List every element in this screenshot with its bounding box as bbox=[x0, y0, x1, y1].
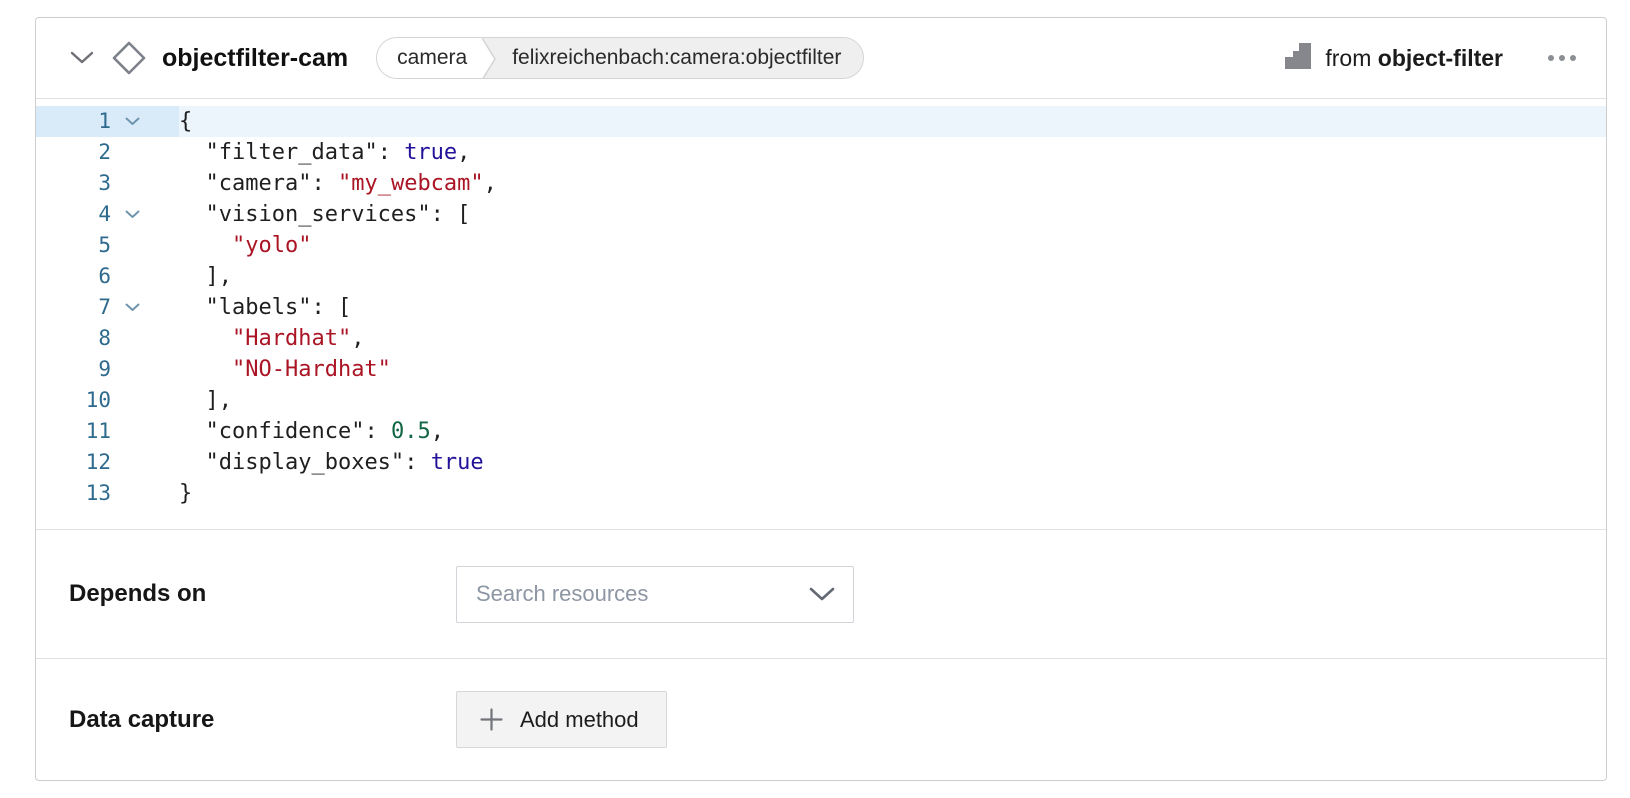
badge-type: camera bbox=[377, 38, 482, 78]
fold-spacer bbox=[111, 416, 179, 447]
fold-spacer bbox=[111, 137, 179, 168]
depends-on-section: Depends on bbox=[36, 529, 1606, 658]
fragment-prefix: from bbox=[1325, 45, 1371, 71]
line-number: 1 bbox=[36, 106, 111, 137]
editor-line[interactable]: 2 "filter_data": true, bbox=[36, 137, 1606, 168]
code-text: "labels": [ bbox=[179, 292, 351, 323]
line-number: 5 bbox=[36, 230, 111, 261]
plus-icon bbox=[479, 707, 504, 732]
editor-line[interactable]: 13} bbox=[36, 478, 1606, 509]
editor-line[interactable]: 5 "yolo" bbox=[36, 230, 1606, 261]
editor-gutter: 3 bbox=[36, 168, 179, 199]
editor-gutter: 11 bbox=[36, 416, 179, 447]
line-number: 3 bbox=[36, 168, 111, 199]
json-editor[interactable]: 1{2 "filter_data": true,3 "camera": "my_… bbox=[36, 98, 1606, 529]
editor-line[interactable]: 3 "camera": "my_webcam", bbox=[36, 168, 1606, 199]
fold-spacer bbox=[111, 230, 179, 261]
code-text: "display_boxes": true bbox=[179, 447, 484, 478]
editor-line[interactable]: 8 "Hardhat", bbox=[36, 323, 1606, 354]
editor-gutter: 4 bbox=[36, 199, 179, 230]
editor-gutter: 12 bbox=[36, 447, 179, 478]
fold-chevron-icon[interactable] bbox=[111, 106, 179, 137]
line-number: 13 bbox=[36, 478, 111, 509]
line-number: 2 bbox=[36, 137, 111, 168]
code-text: "NO-Hardhat" bbox=[179, 354, 391, 385]
editor-gutter: 10 bbox=[36, 385, 179, 416]
code-text: } bbox=[179, 478, 192, 509]
editor-gutter: 6 bbox=[36, 261, 179, 292]
line-number: 8 bbox=[36, 323, 111, 354]
resource-card: objectfilter-cam camera felixreichenbach… bbox=[35, 17, 1607, 781]
badge-model: felixreichenbach:camera:objectfilter bbox=[497, 38, 863, 78]
fragment-source-link[interactable]: from object-filter bbox=[1325, 45, 1503, 72]
editor-line[interactable]: 7 "labels": [ bbox=[36, 292, 1606, 323]
line-number: 6 bbox=[36, 261, 111, 292]
code-text: ], bbox=[179, 385, 232, 416]
editor-line[interactable]: 12 "display_boxes": true bbox=[36, 447, 1606, 478]
line-number: 11 bbox=[36, 416, 111, 447]
add-method-button[interactable]: Add method bbox=[456, 691, 667, 748]
code-text: { bbox=[179, 106, 192, 137]
line-number: 4 bbox=[36, 199, 111, 230]
editor-gutter: 5 bbox=[36, 230, 179, 261]
data-capture-label: Data capture bbox=[69, 706, 456, 734]
collapse-chevron-icon[interactable] bbox=[66, 47, 98, 69]
line-number: 10 bbox=[36, 385, 111, 416]
depends-on-label: Depends on bbox=[69, 580, 456, 608]
code-text: "camera": "my_webcam", bbox=[179, 168, 497, 199]
editor-line[interactable]: 4 "vision_services": [ bbox=[36, 199, 1606, 230]
editor-line[interactable]: 1{ bbox=[36, 106, 1606, 137]
line-number: 12 bbox=[36, 447, 111, 478]
badge-separator-icon bbox=[482, 38, 497, 79]
component-diamond-icon bbox=[110, 39, 148, 77]
editor-gutter: 13 bbox=[36, 478, 179, 509]
fold-spacer bbox=[111, 261, 179, 292]
add-method-label: Add method bbox=[520, 707, 639, 733]
editor-gutter: 7 bbox=[36, 292, 179, 323]
editor-gutter: 2 bbox=[36, 137, 179, 168]
code-text: "Hardhat", bbox=[179, 323, 364, 354]
code-text: ], bbox=[179, 261, 232, 292]
editor-gutter: 9 bbox=[36, 354, 179, 385]
code-text: "confidence": 0.5, bbox=[179, 416, 444, 447]
card-header: objectfilter-cam camera felixreichenbach… bbox=[36, 18, 1606, 98]
editor-line[interactable]: 9 "NO-Hardhat" bbox=[36, 354, 1606, 385]
editor-gutter: 8 bbox=[36, 323, 179, 354]
resource-type-badge: camera felixreichenbach:camera:objectfil… bbox=[376, 37, 864, 79]
fold-spacer bbox=[111, 354, 179, 385]
fold-chevron-icon[interactable] bbox=[111, 292, 179, 323]
editor-line[interactable]: 11 "confidence": 0.5, bbox=[36, 416, 1606, 447]
line-number: 7 bbox=[36, 292, 111, 323]
line-number: 9 bbox=[36, 354, 111, 385]
chevron-down-icon bbox=[809, 587, 835, 602]
depends-on-select[interactable] bbox=[456, 566, 854, 623]
fold-spacer bbox=[111, 323, 179, 354]
fold-spacer bbox=[111, 385, 179, 416]
editor-gutter: 1 bbox=[36, 106, 179, 137]
editor-line[interactable]: 6 ], bbox=[36, 261, 1606, 292]
fold-spacer bbox=[111, 478, 179, 509]
data-capture-section: Data capture Add method bbox=[36, 658, 1606, 780]
code-text: "yolo" bbox=[179, 230, 311, 261]
fold-spacer bbox=[111, 168, 179, 199]
fold-spacer bbox=[111, 447, 179, 478]
fold-chevron-icon[interactable] bbox=[111, 199, 179, 230]
fragment-icon bbox=[1285, 43, 1311, 74]
code-text: "vision_services": [ bbox=[179, 199, 470, 230]
resource-title: objectfilter-cam bbox=[162, 44, 348, 73]
header-right: from object-filter bbox=[1285, 43, 1579, 74]
code-text: "filter_data": true, bbox=[179, 137, 470, 168]
editor-line[interactable]: 10 ], bbox=[36, 385, 1606, 416]
search-resources-input[interactable] bbox=[476, 581, 809, 607]
fragment-name: object-filter bbox=[1378, 45, 1503, 71]
overflow-menu-icon[interactable] bbox=[1545, 48, 1579, 68]
